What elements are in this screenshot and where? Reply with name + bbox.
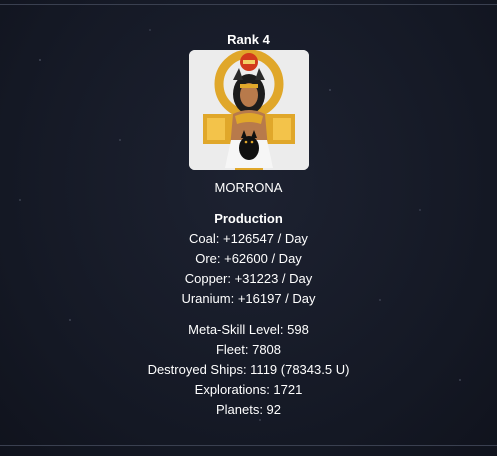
production-uranium: Uranium: +16197 / Day [181,291,316,306]
player-card: Rank 4 MORRONA Production Coal: +126547 … [0,32,497,420]
player-avatar[interactable] [188,50,309,170]
stat-fleet: Fleet: 7808 [215,342,282,357]
production-coal: Coal: +126547 / Day [189,231,308,246]
player-name: MORRONA [214,180,283,195]
rank-label: Rank 4 [227,32,270,47]
stat-explorations: Explorations: 1721 [194,382,303,397]
panel-top-border [0,4,497,5]
stat-planets: Planets: 92 [215,402,282,417]
production-heading: Production [214,211,283,226]
production-ore: Ore: +62600 / Day [195,251,302,266]
stat-destroyed-ships: Destroyed Ships: 1119 (78343.5 U) [147,362,350,377]
stats-list: Meta-Skill Level: 598 Fleet: 7808 Destro… [0,320,497,420]
production-copper: Copper: +31223 / Day [184,271,313,286]
stat-meta-skill-level: Meta-Skill Level: 598 [188,322,309,337]
production-list: Coal: +126547 / Day Ore: +62600 / Day Co… [0,229,497,309]
panel-bottom-border [0,445,497,446]
